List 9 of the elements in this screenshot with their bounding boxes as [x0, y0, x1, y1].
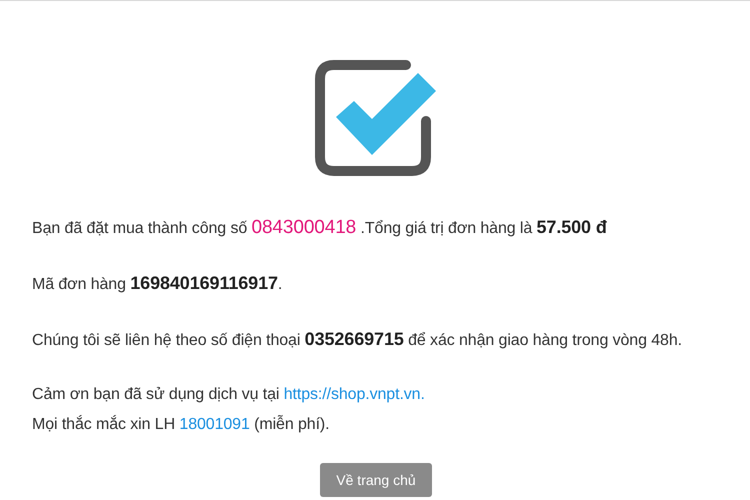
- message-text: Chúng tôi sẽ liên hệ theo số điện thoại 0352669715 để xác nhận giao hàng trong vòng 48h.: [32, 328, 683, 351]
- home-button[interactable]: Về trang chủ: [320, 463, 432, 497]
- checkmark-icon: [314, 59, 438, 177]
- message-text: Bạn đã đặt mua thành công số 0843000418 .Tổng giá trị đơn hàng là 57.500 đ: [32, 216, 608, 240]
- message-text: Mã đơn hàng 169840169116917.: [32, 272, 284, 295]
- message-text: Cảm ơn bạn đã sử dụng dịch vụ tại https://shop.vnpt.vn.: [32, 385, 426, 405]
- link[interactable]: https://shop.vnpt.vn.: [284, 386, 425, 403]
- link[interactable]: 18001091: [179, 416, 250, 433]
- message-text: Mọi thắc mắc xin LH 18001091 (miễn phí).: [32, 414, 330, 435]
